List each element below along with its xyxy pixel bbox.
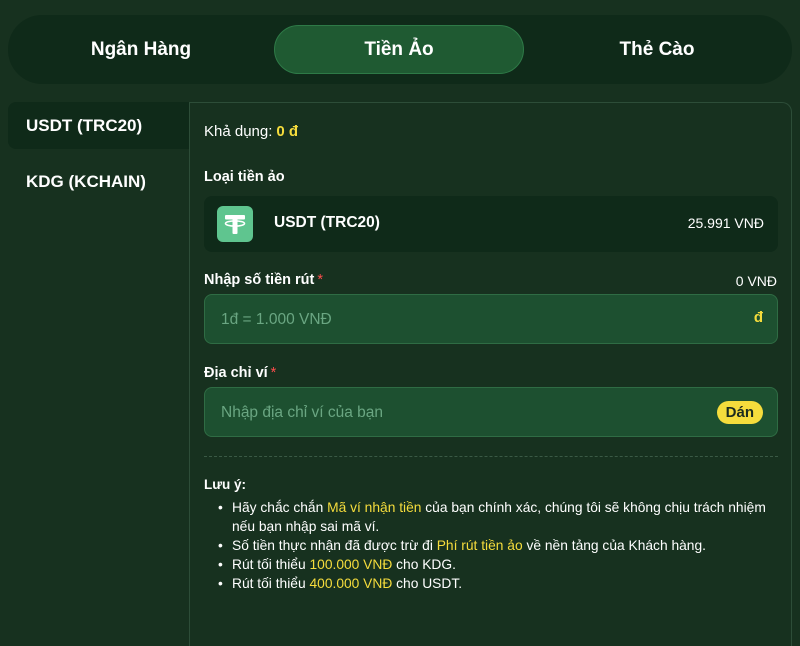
wallet-address-input[interactable] [219,388,703,438]
tether-icon [217,206,253,242]
required-mark: * [317,272,324,288]
payment-method-tabs: Ngân Hàng Tiền Ảo Thẻ Cào [8,15,792,84]
tab-the-cao[interactable]: Thẻ Cào [532,25,782,74]
withdraw-panel: Khả dụng: 0 đ Loại tiền ảo USDT (TRC20) 2… [189,102,792,646]
list-item: • Số tiền thực nhận đã được trừ đi Phí r… [204,536,778,555]
amount-label-text: Nhập số tiền rút [204,272,315,288]
note-text: về nền tảng của Khách hàng. [522,538,706,553]
available-balance: Khả dụng: 0 đ [204,123,298,140]
bullet: • [218,557,223,572]
note-text: Số tiền thực nhận đã được trừ đi [232,538,437,553]
coin-rate: 25.991 VNĐ [687,215,764,231]
note-highlight: 100.000 VNĐ [309,557,393,572]
available-value: 0 đ [276,123,299,140]
selected-coin-card: USDT (TRC20) 25.991 VNĐ [204,196,778,252]
notes-title: Lưu ý: [204,477,247,492]
list-item: • Rút tối thiểu 400.000 VNĐ cho USDT. [204,574,778,593]
note-text: Rút tối thiểu [232,557,310,572]
list-item: • Hãy chắc chắn Mã ví nhận tiền của bạn … [204,498,778,536]
tab-ngan-hang[interactable]: Ngân Hàng [16,25,266,74]
paste-button[interactable]: Dán [716,401,763,424]
wallet-field: Dán [204,387,778,438]
required-mark: * [270,365,277,381]
bullet: • [218,500,223,515]
note-text: Rút tối thiểu [232,576,310,591]
note-text: cho USDT. [392,576,463,591]
note-highlight: 400.000 VNĐ [309,576,393,591]
wallet-label: Địa chỉ ví * [204,365,276,381]
currency-suffix: đ [753,309,763,326]
sidebar-item-kdg[interactable]: KDG (KCHAIN) [8,158,189,205]
amount-converted: 0 VNĐ [735,273,777,289]
amount-field: đ [204,294,778,345]
note-highlight: Phí rút tiền ảo [436,538,523,553]
list-item: • Rút tối thiểu 100.000 VNĐ cho KDG. [204,555,778,574]
coin-name: USDT (TRC20) [274,214,380,231]
bullet: • [218,538,223,553]
amount-label: Nhập số tiền rút * [204,272,323,288]
available-label: Khả dụng: [204,123,273,140]
sidebar-item-usdt[interactable]: USDT (TRC20) [8,102,189,149]
note-text: cho KDG. [392,557,456,572]
bullet: • [218,576,223,591]
wallet-label-text: Địa chỉ ví [204,365,268,381]
note-highlight: Mã ví nhận tiền [327,500,422,515]
notes-list: • Hãy chắc chắn Mã ví nhận tiền của bạn … [204,498,778,593]
amount-input[interactable] [219,295,703,345]
coin-type-label: Loại tiền ảo [204,169,285,185]
tab-tien-ao[interactable]: Tiền Ảo [274,25,524,74]
divider [204,456,778,457]
note-text: Hãy chắc chắn [232,500,328,515]
